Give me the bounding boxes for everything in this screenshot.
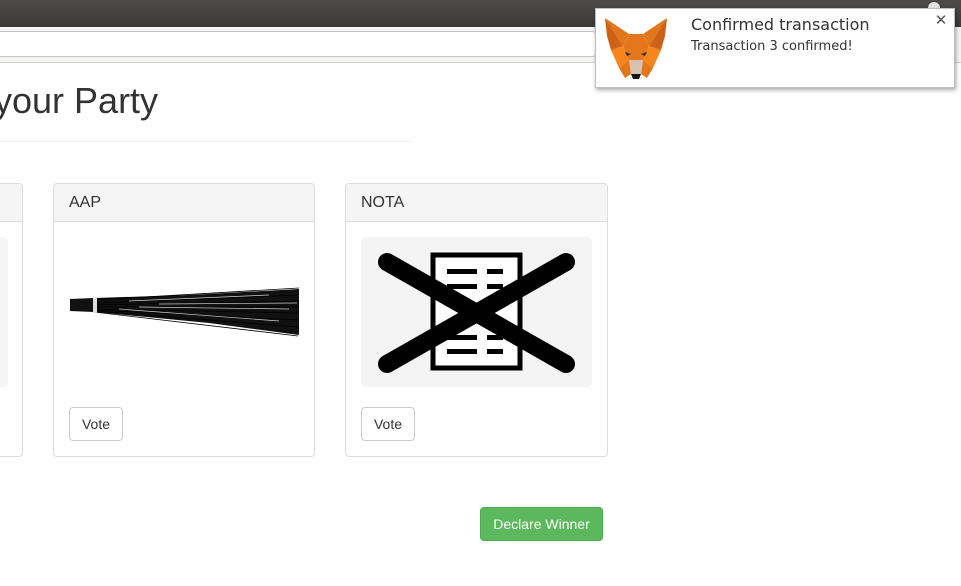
candidate-card-nota: NOTA Vote	[345, 183, 608, 457]
vote-button[interactable]: Vote	[69, 407, 123, 441]
close-icon[interactable]: ✕	[932, 11, 950, 29]
notification-title: Confirmed transaction	[691, 15, 870, 34]
declare-winner-button[interactable]: Declare Winner	[480, 507, 603, 541]
broom-icon	[69, 237, 300, 387]
candidate-name: AAP	[54, 184, 314, 222]
notification-body: Transaction 3 confirmed!	[691, 39, 853, 54]
candidate-symbol-image	[0, 237, 8, 387]
candidate-card	[0, 183, 23, 457]
metamask-fox-icon	[603, 16, 669, 82]
vote-button[interactable]: Vote	[361, 407, 415, 441]
nota-ballot-icon	[361, 237, 592, 387]
page-title: your Party	[0, 80, 159, 121]
title-divider	[0, 141, 413, 142]
candidate-name	[0, 184, 22, 222]
candidate-card-aap: AAP Vote	[53, 183, 315, 457]
transaction-notification: Confirmed transaction Transaction 3 conf…	[595, 8, 955, 88]
candidate-name: NOTA	[346, 184, 607, 222]
address-bar[interactable]	[0, 31, 596, 57]
